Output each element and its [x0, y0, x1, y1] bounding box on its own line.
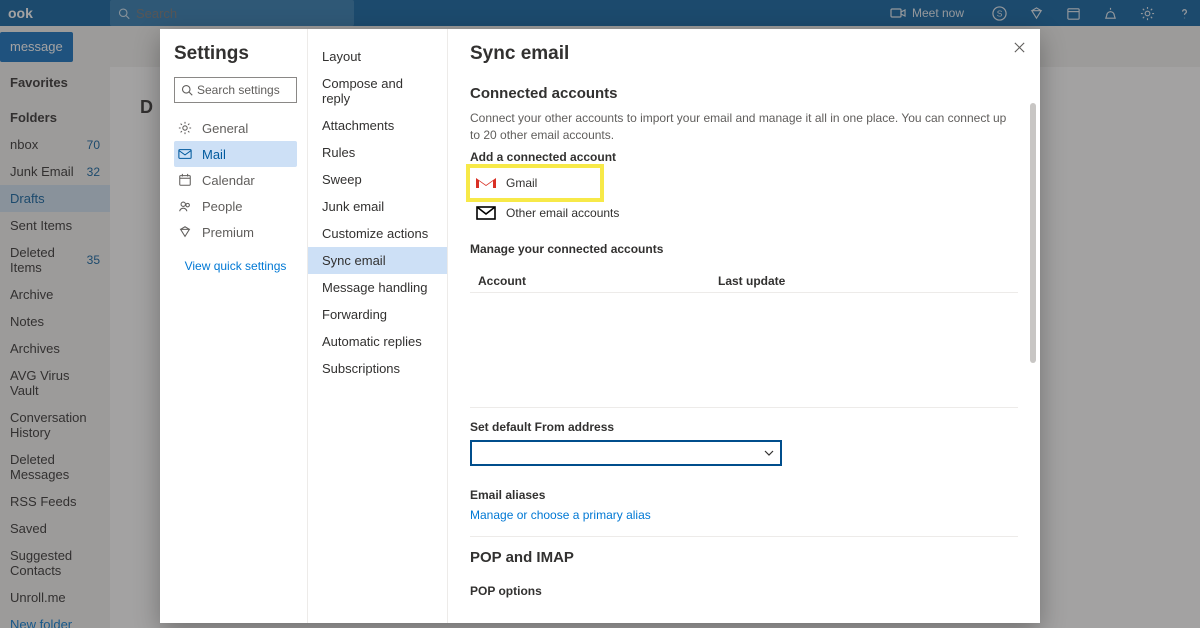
people-icon: [178, 199, 192, 213]
accounts-table-header: Account Last update: [470, 270, 1018, 293]
pop-imap-header: POP and IMAP: [470, 549, 1018, 566]
col-last-update: Last update: [718, 274, 785, 288]
pop-options-header: POP options: [470, 584, 1018, 598]
divider: [470, 407, 1018, 408]
view-quick-settings-link[interactable]: View quick settings: [174, 259, 297, 273]
premium-icon: [178, 225, 192, 239]
add-gmail-option[interactable]: Gmail: [470, 168, 600, 198]
envelope-icon: [476, 206, 496, 220]
category-premium[interactable]: Premium: [174, 219, 297, 245]
category-mail[interactable]: Mail: [174, 141, 297, 167]
option-customize-actions[interactable]: Customize actions: [308, 220, 447, 247]
option-forwarding[interactable]: Forwarding: [308, 301, 447, 328]
calendar-icon: [178, 173, 192, 187]
search-icon: [181, 84, 193, 96]
sync-title: Sync email: [470, 43, 1018, 65]
connected-accounts-desc: Connect your other accounts to import yo…: [470, 110, 1018, 144]
settings-search-placeholder: Search settings: [197, 83, 280, 97]
option-rules[interactable]: Rules: [308, 139, 447, 166]
option-sync-email[interactable]: Sync email: [308, 247, 447, 274]
settings-title: Settings: [174, 43, 297, 65]
gmail-label: Gmail: [506, 176, 537, 190]
default-from-select[interactable]: [470, 440, 782, 466]
scrollbar-thumb[interactable]: [1030, 103, 1036, 363]
option-sweep[interactable]: Sweep: [308, 166, 447, 193]
settings-categories: Settings Search settings GeneralMailCale…: [160, 29, 308, 623]
divider: [470, 536, 1018, 537]
option-layout[interactable]: Layout: [308, 43, 447, 70]
close-icon: [1013, 41, 1026, 54]
add-other-email-option[interactable]: Other email accounts: [470, 198, 1018, 228]
option-attachments[interactable]: Attachments: [308, 112, 447, 139]
gear-icon: [178, 121, 192, 135]
settings-detail: Sync email Connected accounts Connect yo…: [448, 29, 1040, 623]
category-people[interactable]: People: [174, 193, 297, 219]
col-account: Account: [478, 274, 718, 288]
chevron-down-icon: [764, 450, 774, 456]
other-email-label: Other email accounts: [506, 206, 619, 220]
option-message-handling[interactable]: Message handling: [308, 274, 447, 301]
settings-panel: Settings Search settings GeneralMailCale…: [160, 29, 1040, 623]
settings-search[interactable]: Search settings: [174, 77, 297, 103]
option-compose-and-reply[interactable]: Compose and reply: [308, 70, 447, 112]
option-subscriptions[interactable]: Subscriptions: [308, 355, 447, 382]
connected-accounts-header: Connected accounts: [470, 85, 1018, 102]
gmail-icon: [476, 176, 496, 190]
add-connected-header: Add a connected account: [470, 150, 1018, 164]
option-automatic-replies[interactable]: Automatic replies: [308, 328, 447, 355]
option-junk-email[interactable]: Junk email: [308, 193, 447, 220]
close-button[interactable]: [1013, 41, 1026, 57]
manage-connected-header: Manage your connected accounts: [470, 242, 1018, 256]
category-general[interactable]: General: [174, 115, 297, 141]
manage-alias-link[interactable]: Manage or choose a primary alias: [470, 508, 1018, 522]
email-aliases-header: Email aliases: [470, 488, 1018, 502]
category-calendar[interactable]: Calendar: [174, 167, 297, 193]
default-from-header: Set default From address: [470, 420, 1018, 434]
mail-icon: [178, 147, 192, 161]
settings-options: LayoutCompose and replyAttachmentsRulesS…: [308, 29, 448, 623]
